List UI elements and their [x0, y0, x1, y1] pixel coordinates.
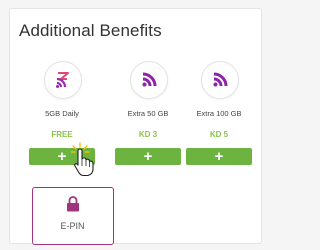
wifi-signal-icon: [130, 61, 168, 99]
plan-name: Extra 100 GB: [196, 109, 242, 118]
add-plan-button[interactable]: +: [115, 148, 181, 165]
add-plan-button[interactable]: +: [186, 148, 252, 165]
plan-name: Extra 50 GB: [127, 109, 169, 118]
plan-price: FREE: [51, 130, 73, 139]
plan-price: KD 5: [209, 130, 229, 139]
epin-label: E-PIN: [60, 221, 85, 231]
plan-card-extra-100gb: Extra 100 GB KD 5 +: [181, 61, 253, 171]
epin-card[interactable]: E-PIN: [32, 187, 114, 245]
hand-pointer-cursor-icon: [71, 142, 94, 177]
wifi-signal-icon: [201, 61, 239, 99]
wifi-signal-5-icon: [44, 61, 82, 99]
plan-name: 5GB Daily: [45, 109, 79, 118]
plan-card-extra-50gb: Extra 50 GB KD 3 +: [110, 61, 182, 171]
section-title: Additional Benefits: [19, 21, 162, 40]
additional-benefits-panel: Additional Benefits 5GB Daily FREE + Ext…: [9, 8, 262, 245]
lock-icon: [67, 196, 79, 212]
plan-price: KD 3: [138, 130, 158, 139]
